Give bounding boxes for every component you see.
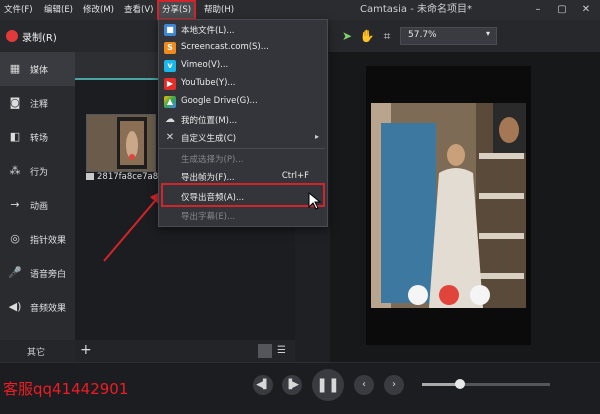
menu-item-label: YouTube(Y)... (181, 78, 236, 88)
menu-item-label: 生成选择为(P)... (181, 155, 244, 165)
sidebar-item-label: 注释 (30, 100, 49, 110)
menu-item-google-drive[interactable]: ▲ Google Drive(G)... (159, 93, 325, 111)
media-bin-footer: + ☰ (75, 340, 295, 362)
video-preview[interactable] (371, 103, 526, 308)
menu-share[interactable]: 分享(S) (157, 0, 197, 20)
highlight-box (161, 183, 325, 207)
zoom-value: 57.7% (408, 30, 437, 40)
speaker-icon: ◀) (8, 300, 22, 313)
film-icon: ▦ (9, 62, 21, 75)
step-forward-icon[interactable]: ▐▶ (282, 375, 302, 395)
behavior-icon: ⁂ (9, 164, 21, 177)
sidebar-item-animations[interactable]: → 动画 (0, 188, 75, 222)
clip-name: 2817fa8ce7a8( (97, 172, 162, 182)
cursor-effect-icon: ◎ (10, 232, 20, 245)
local-file-icon: ■ (164, 24, 176, 36)
clip-name-label: 2817fa8ce7a8( (86, 172, 162, 182)
timeline-slider-handle[interactable] (455, 379, 465, 389)
sidebar-item-cursor-effects[interactable]: ◎ 指针效果 (0, 222, 75, 256)
menu-item-label: Vimeo(V)... (181, 60, 229, 70)
youtube-icon: ▶ (164, 78, 176, 90)
menu-item-label: 导出字幕(E)... (181, 212, 236, 222)
watermark-text: 客服qq41442901 (3, 380, 129, 398)
sidebar-item-label: 行为 (30, 168, 49, 178)
menu-item-label: 本地文件(L)... (181, 26, 235, 36)
mouse-cursor-icon (308, 192, 322, 210)
menu-help[interactable]: 帮助(H) (204, 0, 234, 20)
record-label: 录制(R) (22, 33, 57, 44)
chevron-down-icon: ▾ (485, 29, 490, 38)
video-frame-image (371, 103, 526, 308)
sidebar-item-label: 媒体 (30, 66, 49, 76)
clip-type-icon (86, 173, 94, 180)
grid-view-icon[interactable] (258, 344, 272, 358)
menu-item-shortcut: Ctrl+F (281, 171, 309, 181)
record-dot-icon (6, 30, 18, 42)
crop-icon[interactable]: ⌗ (378, 27, 396, 45)
chevron-right-icon: ▸ (314, 132, 319, 141)
microphone-icon: 🎤 (8, 266, 22, 279)
screencast-icon: S (164, 42, 176, 54)
pause-icon[interactable]: ❚❚ (312, 369, 344, 401)
record-button[interactable]: 录制(R) (0, 20, 70, 52)
menu-item-label: 我的位置(M)... (181, 116, 238, 126)
menu-bar: 文件(F) 编辑(E) 修改(M) 查看(V) 分享(S) 帮助(H) Camt… (0, 0, 600, 20)
animation-icon: → (10, 198, 20, 211)
cloud-icon: ☁ (165, 114, 175, 125)
menu-separator (159, 148, 325, 149)
tools-icon: ✕ (165, 132, 175, 143)
menu-item-youtube[interactable]: ▶ YouTube(Y)... (159, 75, 325, 93)
sidebar-item-audio-effects[interactable]: ◀) 音频效果 (0, 290, 75, 324)
annotation-icon: ◙ (9, 96, 21, 109)
sidebar-item-annotations[interactable]: ◙ 注释 (0, 86, 75, 120)
sidebar-item-transitions[interactable]: ◧ 转场 (0, 120, 75, 154)
menu-view[interactable]: 查看(V) (124, 0, 153, 20)
menu-item-vimeo[interactable]: v Vimeo(V)... (159, 57, 325, 75)
menu-item-label: Google Drive(G)... (181, 96, 258, 106)
sidebar-item-label: 指针效果 (30, 236, 67, 246)
close-icon[interactable]: ✕ (574, 0, 598, 20)
sidebar-item-media[interactable]: ▦ 媒体 (0, 52, 75, 86)
more-label: 其它 (27, 348, 46, 358)
menu-file[interactable]: 文件(F) (4, 0, 33, 20)
add-media-button[interactable]: + (80, 342, 92, 358)
transition-icon: ◧ (9, 130, 21, 143)
menu-item-my-places[interactable]: ☁ 我的位置(M)... (159, 111, 325, 129)
sidebar-item-behaviors[interactable]: ⁂ 行为 (0, 154, 75, 188)
menu-item-label: 自定义生成(C) (181, 134, 237, 144)
sidebar-item-label: 动画 (30, 202, 49, 212)
zoom-select[interactable]: 57.7% ▾ (400, 27, 497, 45)
sidebar-item-label: 语音旁白 (30, 270, 67, 280)
google-drive-icon: ▲ (164, 96, 176, 108)
tools-sidebar: ▦ 媒体 ◙ 注释 ◧ 转场 ⁂ 行为 → 动画 ◎ 指针效果 🎤 语音旁白 ◀… (0, 52, 75, 362)
select-arrow-icon[interactable]: ➤ (338, 27, 356, 45)
sidebar-item-label: 音频效果 (30, 304, 67, 314)
maximize-icon[interactable]: ▢ (550, 0, 574, 20)
menu-item-screencast[interactable]: S Screencast.com(S)... (159, 39, 325, 57)
sidebar-item-label: 转场 (30, 134, 49, 144)
menu-item-label: 导出帧为(F)... (181, 173, 235, 183)
list-view-icon[interactable]: ☰ (277, 344, 291, 358)
window-title: Camtasia - 未命名项目* (360, 4, 472, 15)
next-icon[interactable]: › (384, 375, 404, 395)
menu-item-export-captions: 导出字幕(E)... (159, 207, 325, 225)
clip-thumbnail[interactable] (86, 114, 156, 172)
menu-item-custom-production[interactable]: ✕ 自定义生成(C) ▸ (159, 129, 325, 147)
menu-modify[interactable]: 修改(M) (83, 0, 114, 20)
sidebar-item-voice-narration[interactable]: 🎤 语音旁白 (0, 256, 75, 290)
pan-hand-icon[interactable]: ✋ (358, 27, 376, 45)
more-button[interactable]: 其它 (0, 340, 75, 362)
clip-thumbnail-image (87, 115, 155, 171)
menu-edit[interactable]: 编辑(E) (44, 0, 73, 20)
menu-item-produce-selection: 生成选择为(P)... (159, 150, 325, 168)
menu-item-label: Screencast.com(S)... (181, 42, 269, 52)
previous-icon[interactable]: ‹ (354, 375, 374, 395)
vimeo-icon: v (164, 60, 176, 72)
menu-item-local-file[interactable]: ■ 本地文件(L)... (159, 21, 325, 39)
minimize-icon[interactable]: – (526, 0, 550, 20)
step-back-icon[interactable]: ◀▌ (253, 375, 273, 395)
